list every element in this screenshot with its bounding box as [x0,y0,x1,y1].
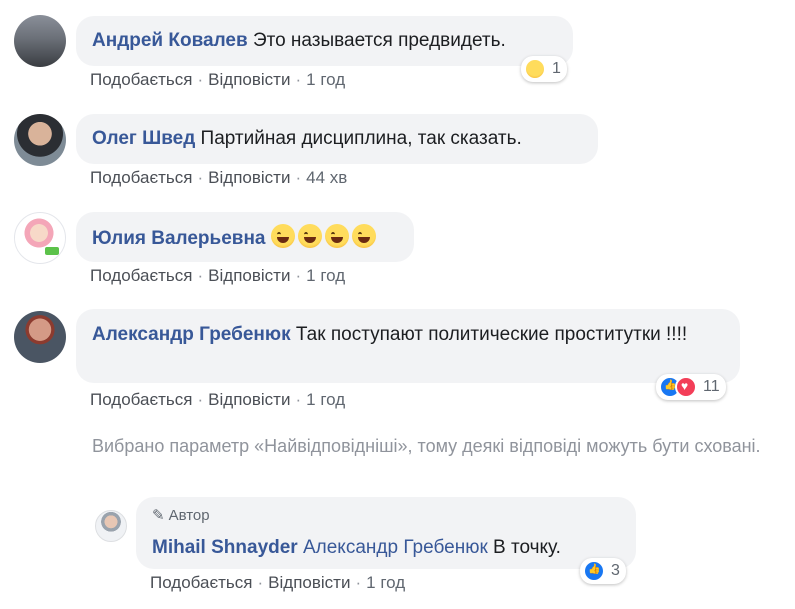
avatar[interactable] [14,212,66,264]
reply-link[interactable]: Відповісти [208,70,290,89]
author-tag: ✎ Автор [152,503,620,529]
separator: · [197,266,204,285]
separator: · [295,168,302,187]
badge-icon [45,247,59,255]
comment-author[interactable]: Олег Швед [92,128,195,149]
comment-actions: Подобається · Відповісти · 1 год [90,266,345,286]
timestamp[interactable]: 1 год [366,573,405,592]
reply-link[interactable]: Відповісти [208,168,290,187]
avatar[interactable] [14,311,66,363]
comment-author[interactable]: Mihail Shnayder [152,537,298,558]
haha-icon [524,58,546,80]
comment-author[interactable]: Александр Гребенюк [92,324,291,345]
comment-actions: Подобається · Відповісти · 1 год [150,573,405,593]
comment-text: Это называется предвидеть. [252,30,506,51]
comment-bubble: Андрей Ковалев Это называется предвидеть… [76,16,573,66]
comment-bubble: Олег Швед Партийная дисциплина, так сказ… [76,114,598,164]
separator: · [295,70,302,89]
timestamp[interactable]: 1 год [306,266,345,285]
timestamp[interactable]: 1 год [306,70,345,89]
timestamp[interactable]: 1 год [306,390,345,409]
separator: · [257,573,264,592]
comment-bubble: Александр Гребенюк Так поступают политич… [76,309,740,383]
like-icon [583,560,605,582]
comment-bubble: Юлия Валерьевна [76,212,414,262]
reply-link[interactable]: Відповісти [208,390,290,409]
like-link[interactable]: Подобається [90,70,193,89]
separator: · [197,390,204,409]
comment-actions: Подобається · Відповісти · 1 год [90,70,345,90]
love-icon [675,376,697,398]
comment-text: В точку. [493,537,561,558]
comment-text: Так поступают политические проститутки !… [295,324,688,345]
emoji-row [270,224,379,249]
comment-author[interactable]: Юлия Валерьевна [92,228,266,249]
pencil-icon: ✎ [152,507,165,524]
comment-text: Партийная дисциплина, так сказать. [200,128,522,149]
filter-notice: Вибрано параметр «Найвідповідніші», тому… [92,436,761,456]
rolling-laughing-icon [270,224,295,248]
reaction-summary[interactable]: 3 [580,558,626,584]
timestamp[interactable]: 44 хв [306,168,347,187]
reply-link[interactable]: Відповісти [268,573,350,592]
avatar[interactable] [14,15,66,67]
reaction-count: 11 [703,378,720,395]
avatar[interactable] [95,510,127,542]
separator: · [355,573,362,592]
reaction-summary[interactable]: 11 [656,374,726,400]
mention-link[interactable]: Александр Гребенюк [303,537,488,558]
comment-actions: Подобається · Відповісти · 44 хв [90,168,347,188]
like-link[interactable]: Подобається [90,266,193,285]
author-tag-label: Автор [168,507,210,524]
reply-link[interactable]: Відповісти [208,266,290,285]
like-link[interactable]: Подобається [150,573,253,592]
rolling-laughing-icon [351,224,376,248]
comment-author[interactable]: Андрей Ковалев [92,30,248,51]
reaction-count: 3 [611,562,620,579]
comment-bubble: ✎ Автор Mihail Shnayder Александр Гребеню… [136,497,636,569]
like-link[interactable]: Подобається [90,390,193,409]
rolling-laughing-icon [297,224,322,248]
avatar[interactable] [14,114,66,166]
like-link[interactable]: Подобається [90,168,193,187]
rolling-laughing-icon [324,224,349,248]
reaction-count: 1 [552,60,561,77]
separator: · [295,266,302,285]
comment-actions: Подобається · Відповісти · 1 год [90,390,345,410]
separator: · [197,168,204,187]
separator: · [295,390,302,409]
reaction-summary[interactable]: 1 [521,56,567,82]
separator: · [197,70,204,89]
